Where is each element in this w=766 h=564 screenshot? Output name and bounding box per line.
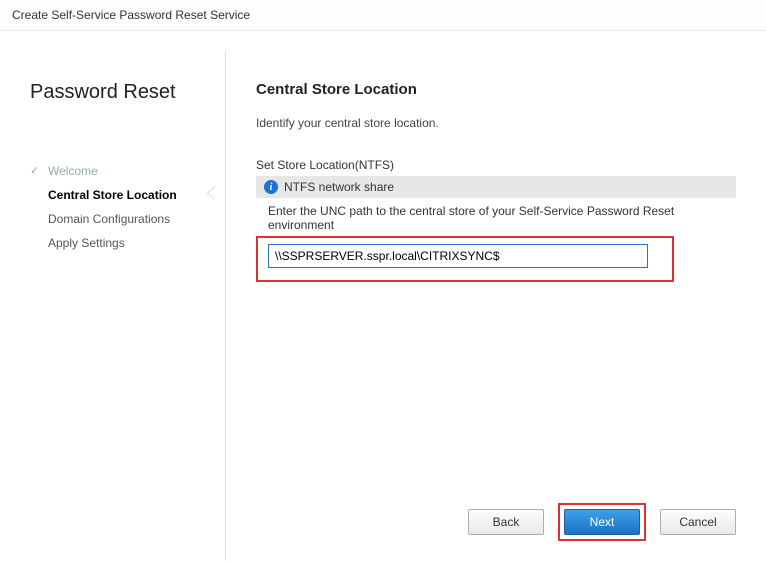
back-button[interactable]: Back bbox=[468, 509, 544, 535]
step-welcome[interactable]: Welcome bbox=[30, 159, 215, 183]
step-domain-configurations[interactable]: Domain Configurations bbox=[30, 207, 215, 231]
unc-input-highlight bbox=[256, 236, 674, 282]
unc-path-input[interactable] bbox=[268, 244, 648, 268]
ntfs-share-row: i NTFS network share bbox=[256, 176, 736, 198]
wizard-body: Password Reset Welcome Central Store Loc… bbox=[0, 31, 766, 561]
wizard-buttons: Back Next Cancel bbox=[256, 491, 736, 541]
content-heading: Central Store Location bbox=[256, 81, 736, 98]
info-icon: i bbox=[264, 180, 278, 194]
next-button-highlight: Next bbox=[558, 503, 646, 541]
content-pane: Central Store Location Identify your cen… bbox=[225, 51, 766, 561]
sidebar: Password Reset Welcome Central Store Loc… bbox=[0, 51, 225, 561]
next-button[interactable]: Next bbox=[564, 509, 640, 535]
ntfs-share-label: NTFS network share bbox=[284, 180, 394, 194]
step-central-store-location[interactable]: Central Store Location bbox=[30, 183, 215, 207]
window-title: Create Self-Service Password Reset Servi… bbox=[0, 0, 766, 31]
steps-list: Welcome Central Store Location Domain Co… bbox=[30, 159, 215, 255]
step-apply-settings[interactable]: Apply Settings bbox=[30, 231, 215, 255]
store-location-label: Set Store Location(NTFS) bbox=[256, 158, 736, 172]
unc-path-hint: Enter the UNC path to the central store … bbox=[268, 204, 736, 232]
sidebar-title: Password Reset bbox=[30, 81, 215, 104]
content-description: Identify your central store location. bbox=[256, 116, 736, 130]
cancel-button[interactable]: Cancel bbox=[660, 509, 736, 535]
